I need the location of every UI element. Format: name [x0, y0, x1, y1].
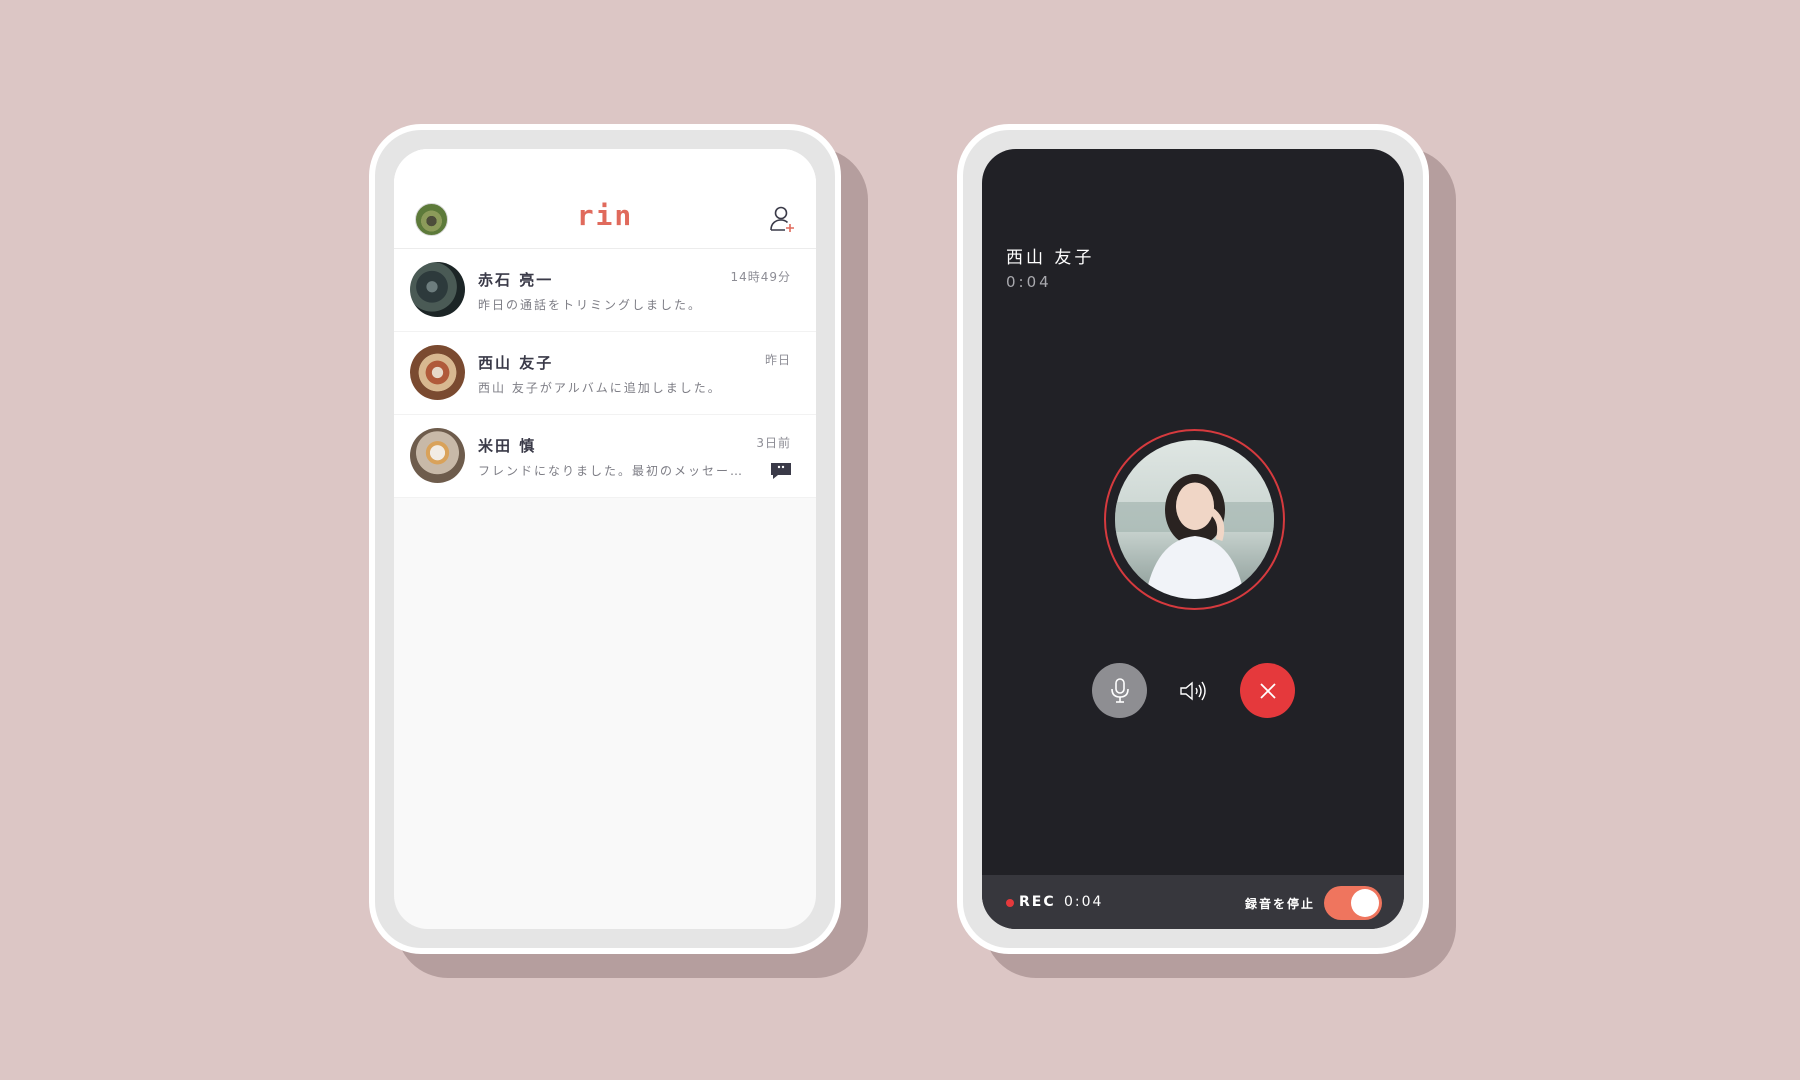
brand-logo: rin [576, 199, 634, 232]
chat-name: 西山 友子 [478, 354, 554, 372]
close-icon [1259, 682, 1276, 699]
caller-name: 西山 友子 [1006, 248, 1095, 268]
speaker-icon [1180, 681, 1206, 700]
caller-photo [1115, 440, 1274, 599]
mute-button[interactable] [1092, 663, 1147, 718]
avatar [410, 345, 465, 400]
chat-bubble-icon [770, 462, 792, 480]
phone-bezel: 西山 友子 0:04 REC 0:04 録音を停止 [963, 130, 1423, 948]
avatar [410, 262, 465, 317]
call-screen: 西山 友子 0:04 REC 0:04 録音を停止 [982, 149, 1404, 929]
chat-name: 赤石 亮一 [478, 271, 554, 289]
chat-time: 昨日 [764, 353, 791, 367]
chat-list-item[interactable]: 米田 慎 3日前 フレンドになりました。最初のメッセー… [394, 415, 816, 498]
app-header: rin [394, 149, 816, 249]
recording-bar: REC 0:04 録音を停止 [982, 875, 1404, 929]
phone-frame-chat-list: rin 赤石 亮一 14時49分 昨日の通話をトリミングしました。 西山 友子 … [369, 124, 841, 954]
chat-time: 14時49分 [730, 270, 791, 284]
caller-avatar-ring [1104, 429, 1285, 610]
phone-frame-call: 西山 友子 0:04 REC 0:04 録音を停止 [957, 124, 1429, 954]
chat-preview: 昨日の通話をトリミングしました。 [478, 298, 703, 312]
microphone-icon [1110, 677, 1129, 703]
avatar [410, 428, 465, 483]
speaker-button[interactable] [1166, 663, 1222, 718]
chat-list-screen: rin 赤石 亮一 14時49分 昨日の通話をトリミングしました。 西山 友子 … [394, 149, 816, 929]
chat-list-top: rin 赤石 亮一 14時49分 昨日の通話をトリミングしました。 西山 友子 … [394, 149, 816, 498]
call-controls [982, 663, 1404, 719]
stop-recording-label: 録音を停止 [1244, 897, 1315, 911]
call-duration: 0:04 [1006, 273, 1052, 291]
end-call-button[interactable] [1240, 663, 1295, 718]
add-friend-icon [770, 206, 794, 232]
chat-name: 米田 慎 [478, 437, 537, 455]
chat-list-item[interactable]: 赤石 亮一 14時49分 昨日の通話をトリミングしました。 [394, 249, 816, 332]
rec-time: 0:04 [1064, 894, 1104, 910]
phone-bezel: rin 赤石 亮一 14時49分 昨日の通話をトリミングしました。 西山 友子 … [375, 130, 835, 948]
chat-preview: 西山 友子がアルバムに追加しました。 [478, 381, 722, 395]
add-friend-button[interactable] [768, 204, 798, 234]
rec-label: REC [1019, 894, 1056, 910]
chat-list-item[interactable]: 西山 友子 昨日 西山 友子がアルバムに追加しました。 [394, 332, 816, 415]
toggle-knob[interactable] [1351, 889, 1379, 917]
recording-toggle[interactable] [1324, 886, 1382, 920]
recording-indicator [1006, 899, 1014, 907]
chat-preview: フレンドになりました。最初のメッセー… [478, 464, 745, 478]
chat-time: 3日前 [756, 436, 791, 450]
